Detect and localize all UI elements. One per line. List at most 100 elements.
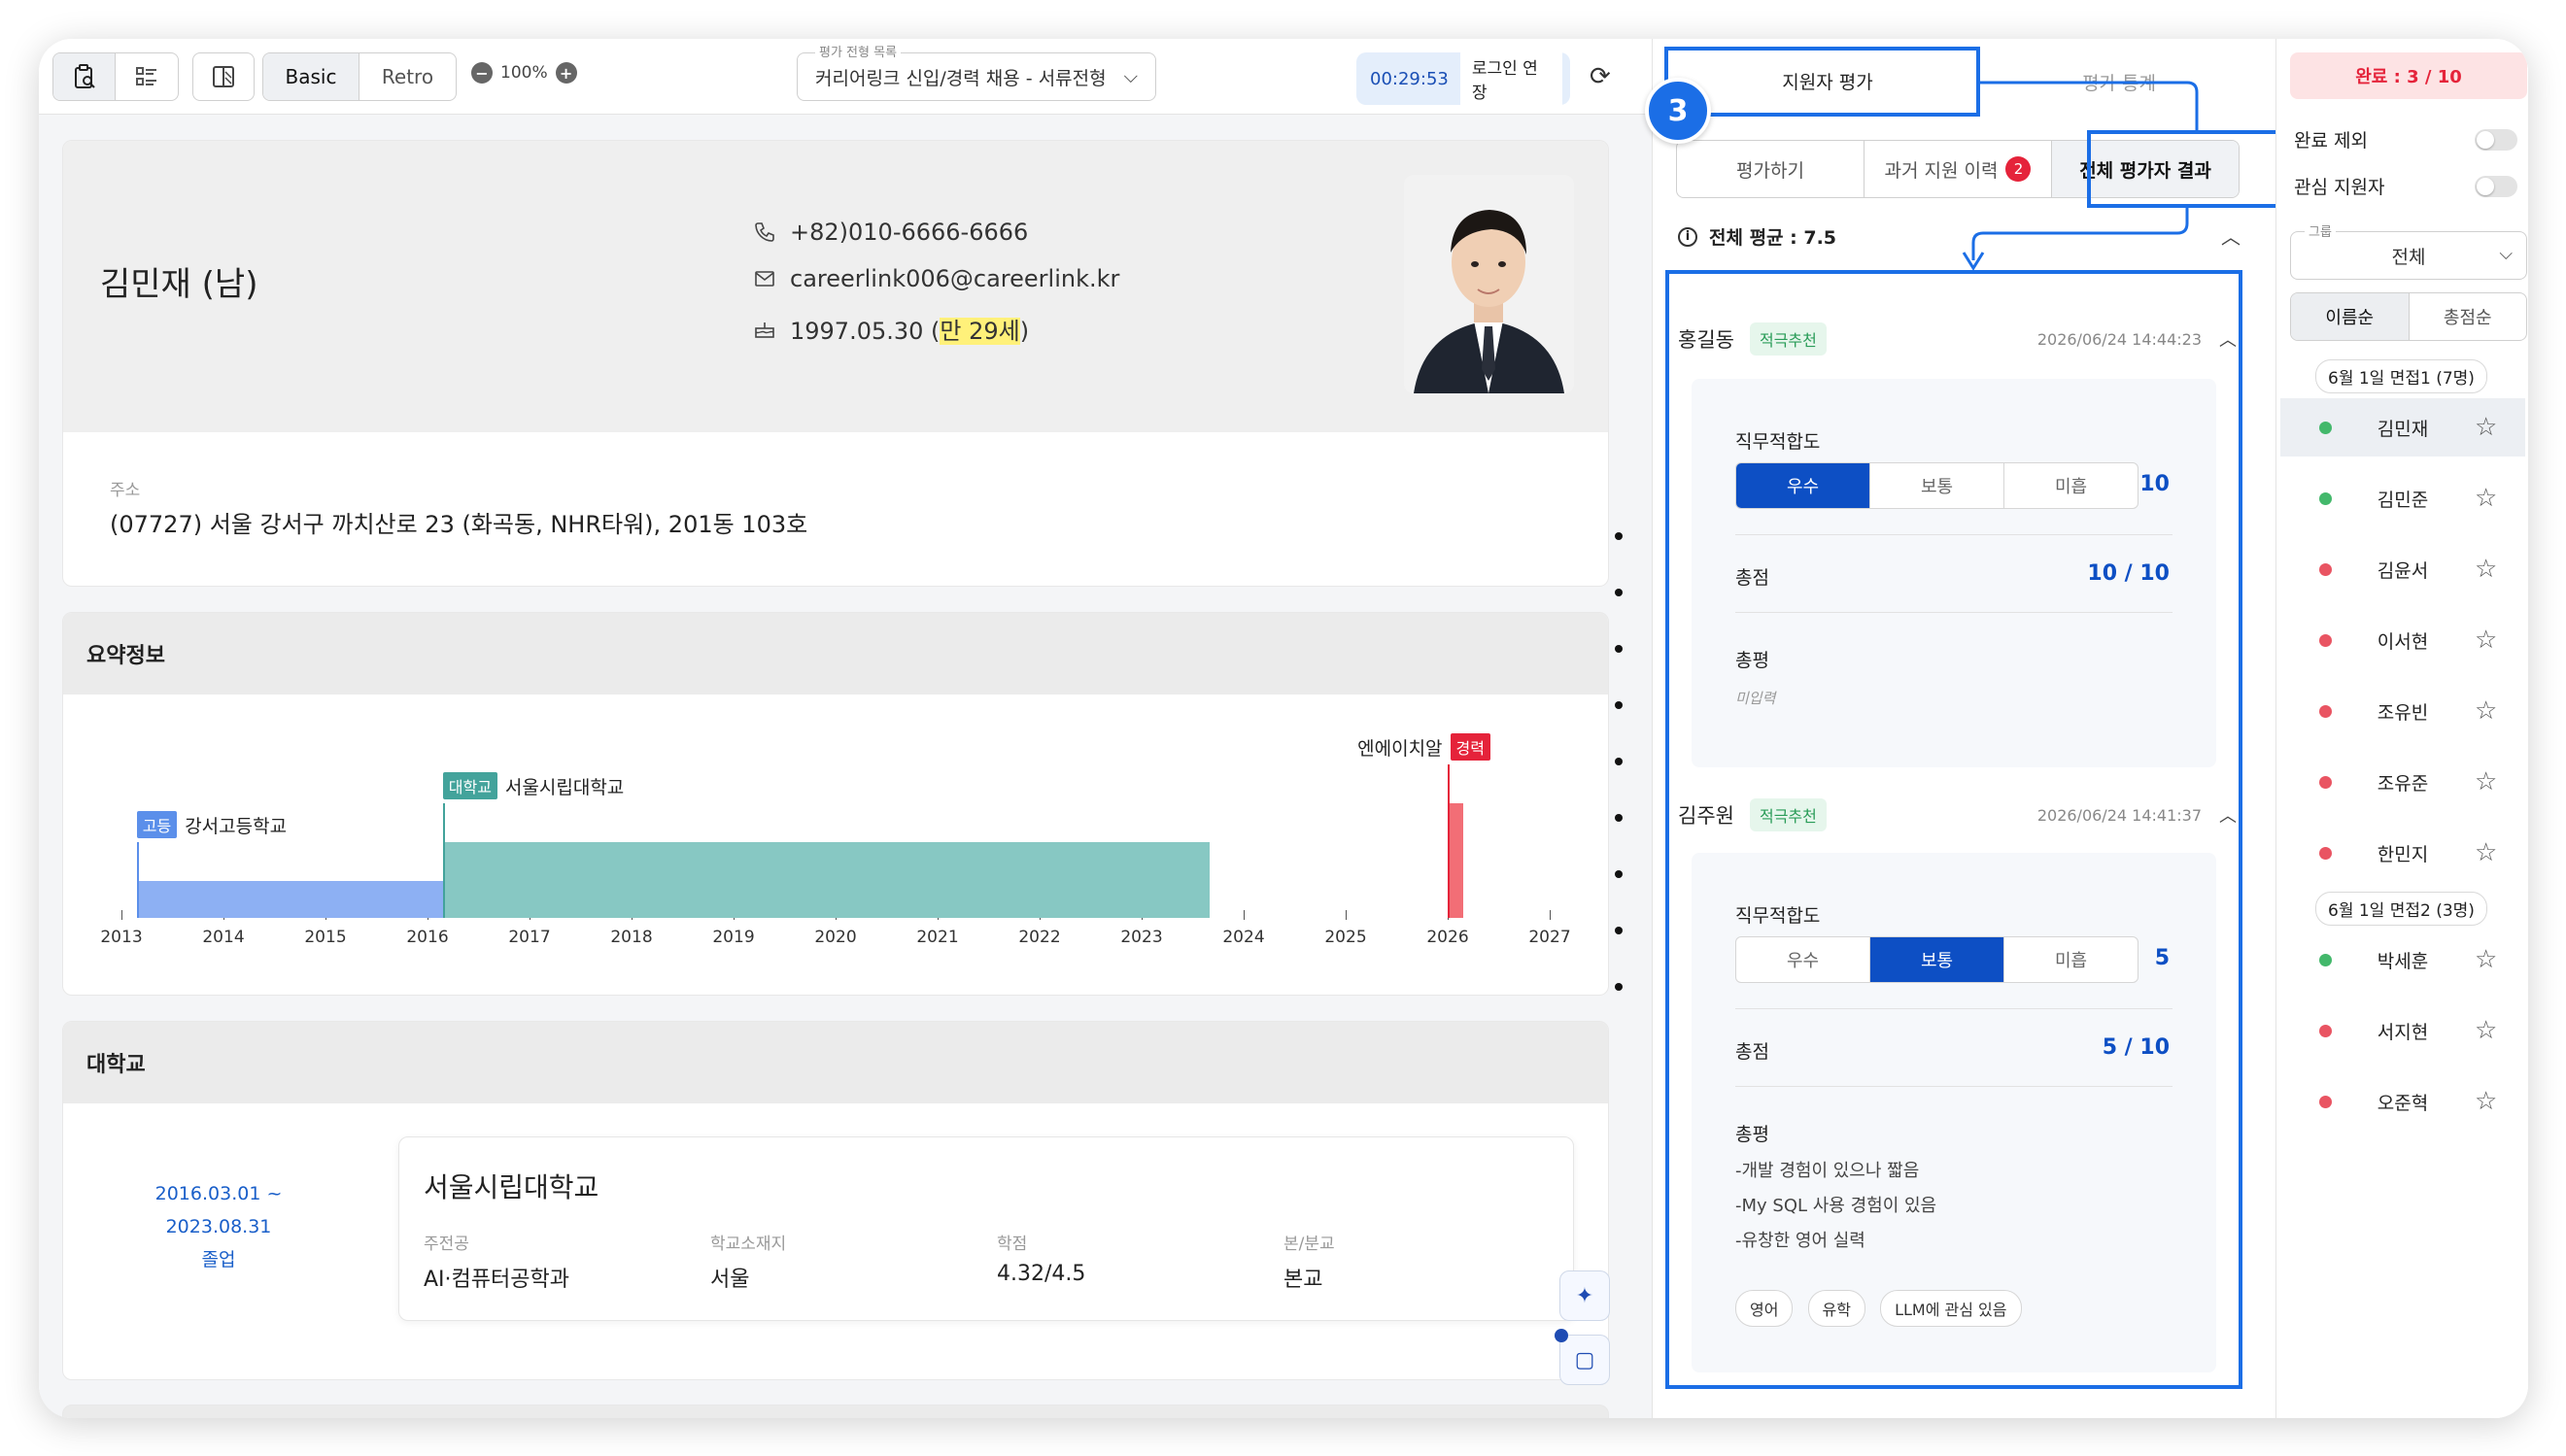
resume-panel: 김민재 (남) +82)010-6666-6666 careerlink006@… xyxy=(39,115,1652,1418)
memo-indicator-dot xyxy=(1555,1329,1568,1342)
education-period: 2016.03.01 ~ 2023.08.31 졸업 xyxy=(107,1177,330,1276)
star-icon[interactable]: ☆ xyxy=(2475,696,2497,726)
timeline-tag: 대학교 xyxy=(442,772,497,799)
star-icon[interactable]: ☆ xyxy=(2475,1087,2497,1116)
timeline-year-label: 2021 xyxy=(916,928,959,947)
education-detail-card: 서울시립대학교 주전공 AI·컴퓨터공학과 학교소재지 서울 학점 4.32/4.5 … xyxy=(398,1136,1574,1321)
nav-dot[interactable] xyxy=(1615,532,1623,540)
timeline-bar-label: 고등 강서고등학교 xyxy=(136,811,294,838)
applicant-item[interactable]: 김윤서 ☆ xyxy=(2280,540,2525,598)
timeline-year-label: 2022 xyxy=(1018,928,1061,947)
applicant-item[interactable]: 이서현 ☆ xyxy=(2280,611,2525,669)
split-layout-icon xyxy=(193,53,254,100)
education-field: 주전공 AI·컴퓨터공학과 xyxy=(424,1235,569,1292)
interest-row: 관심 지원자 xyxy=(2294,173,2517,199)
applicant-item[interactable]: 김민재 ☆ xyxy=(2280,398,2525,457)
zoom-out-button[interactable]: − xyxy=(471,62,493,84)
completion-status: 완료 : 3 / 10 xyxy=(2290,52,2527,99)
education-field: 본/분교 본교 xyxy=(1283,1235,1335,1292)
applicant-item[interactable]: 조유빈 ☆ xyxy=(2280,682,2525,740)
star-icon[interactable]: ☆ xyxy=(2475,626,2497,655)
mail-icon xyxy=(755,271,774,287)
nav-dot[interactable] xyxy=(1615,589,1623,596)
ai-sparkle-button[interactable]: ✦ xyxy=(1559,1270,1610,1321)
layout-button[interactable] xyxy=(192,52,255,101)
callout-arrows xyxy=(1962,81,2199,271)
birth-date: 1997.05.30 (만 29세) xyxy=(790,318,1030,345)
university-title: 대학교 xyxy=(63,1022,1608,1103)
nav-dot[interactable] xyxy=(1615,701,1623,709)
clipboard-view-button[interactable] xyxy=(53,53,116,100)
applicant-item[interactable]: 서지현 ☆ xyxy=(2280,1001,2525,1060)
sort-by-name[interactable]: 이름순 xyxy=(2291,293,2410,340)
timeline-year-label: 2018 xyxy=(610,928,653,947)
timeline-year-label: 2015 xyxy=(304,928,347,947)
top-toolbar: Basic Retro − 100% + 평가 전형 목록 커리어링크 신입/경… xyxy=(39,39,1652,115)
zoom-control: − 100% + xyxy=(471,62,577,84)
applicant-item[interactable]: 김민준 ☆ xyxy=(2280,469,2525,527)
star-icon[interactable]: ☆ xyxy=(2475,945,2497,974)
timeline-year-label: 2016 xyxy=(406,928,449,947)
group-select[interactable]: 그룹 전체 ⌵ xyxy=(2290,221,2527,280)
group-value: 전체 xyxy=(2391,246,2426,268)
star-icon[interactable]: ☆ xyxy=(2475,413,2497,442)
timeline-tick xyxy=(1346,910,1347,920)
group-label: 그룹 xyxy=(2305,221,2336,240)
extend-login-button[interactable]: 로그인 연장 xyxy=(1459,47,1562,111)
note-icon: ▢ xyxy=(1574,1347,1595,1372)
profile-header: 김민재 (남) +82)010-6666-6666 careerlink006@… xyxy=(63,141,1608,432)
nav-dot[interactable] xyxy=(1615,983,1623,991)
timeline-year-label: 2014 xyxy=(202,928,245,947)
nav-dot[interactable] xyxy=(1615,645,1623,653)
memo-button[interactable]: ▢ xyxy=(1559,1335,1610,1385)
star-icon[interactable]: ☆ xyxy=(2475,767,2497,796)
profile-card: 김민재 (남) +82)010-6666-6666 careerlink006@… xyxy=(62,140,1609,587)
university-card: 대학교 2016.03.01 ~ 2023.08.31 졸업 서울시립대학교 주… xyxy=(62,1021,1609,1380)
chevron-down-icon: ⌵ xyxy=(1123,66,1138,87)
applicant-item[interactable]: 조유준 ☆ xyxy=(2280,753,2525,811)
education-field: 학점 4.32/4.5 xyxy=(997,1235,1086,1286)
nav-dot[interactable] xyxy=(1615,927,1623,934)
timeline-bar xyxy=(1448,803,1463,918)
timeline-year-label: 2025 xyxy=(1324,928,1367,947)
timer-value: 00:29:53 xyxy=(1370,68,1449,89)
star-icon[interactable]: ☆ xyxy=(2475,555,2497,584)
education-field: 학교소재지 서울 xyxy=(710,1235,787,1292)
timeline-year-label: 2017 xyxy=(508,928,551,947)
group-header: 6월 1일 면접2 (3명) xyxy=(2315,892,2487,926)
applicant-name: 김민재 (남) xyxy=(100,265,258,304)
applicant-item[interactable]: 박세훈 ☆ xyxy=(2280,931,2525,989)
nav-dot[interactable] xyxy=(1615,814,1623,822)
list-view-button[interactable] xyxy=(116,53,178,100)
nav-dot[interactable] xyxy=(1615,758,1623,765)
evaluation-panel: 지원자 평가 평가 통계 평가하기 과거 지원 이력 2 전체 평가자 결과 i … xyxy=(1652,39,2279,1418)
sparkle-icon: ✦ xyxy=(1575,1283,1594,1308)
exclude-done-toggle[interactable] xyxy=(2475,128,2517,151)
sort-toggle: 이름순 총점순 xyxy=(2290,292,2527,341)
sort-by-score[interactable]: 총점순 xyxy=(2410,293,2527,340)
evaluation-stage-label: 평가 전형 목록 xyxy=(815,42,902,60)
phone-number: +82)010-6666-6666 xyxy=(790,219,1029,246)
timeline-year-label: 2024 xyxy=(1222,928,1265,947)
timeline-year-label: 2019 xyxy=(712,928,755,947)
star-icon[interactable]: ☆ xyxy=(2475,838,2497,867)
education-dates: 2016.03.01 ~ 2023.08.31 xyxy=(154,1183,283,1237)
chevron-down-icon: ⌵ xyxy=(2499,244,2513,264)
star-icon[interactable]: ☆ xyxy=(2475,1016,2497,1045)
timeline-year-label: 2020 xyxy=(814,928,857,947)
applicant-item[interactable]: 한민지 ☆ xyxy=(2280,824,2525,882)
timeline-marker-line xyxy=(1448,764,1450,918)
email-address: careerlink006@careerlink.kr xyxy=(790,265,1120,292)
mode-basic-button[interactable]: Basic xyxy=(263,53,359,100)
interest-toggle[interactable] xyxy=(2475,175,2517,197)
mode-retro-button[interactable]: Retro xyxy=(359,53,456,100)
star-icon[interactable]: ☆ xyxy=(2475,484,2497,513)
nav-dot[interactable] xyxy=(1615,870,1623,878)
applicant-item[interactable]: 오준혁 ☆ xyxy=(2280,1072,2525,1131)
applicant-list-panel: 완료 : 3 / 10 완료 제외 관심 지원자 그룹 전체 ⌵ 이름순 총점순… xyxy=(2275,39,2528,1418)
evaluation-stage-select[interactable]: 평가 전형 목록 커리어링크 신입/경력 채용 - 서류전형 ⌵ xyxy=(797,42,1156,101)
refresh-icon[interactable]: ⟳ xyxy=(1590,62,1611,91)
zoom-in-button[interactable]: + xyxy=(555,62,577,84)
timeline-bar-label: 대학교 서울시립대학교 xyxy=(442,772,633,799)
education-status: 졸업 xyxy=(201,1249,236,1270)
